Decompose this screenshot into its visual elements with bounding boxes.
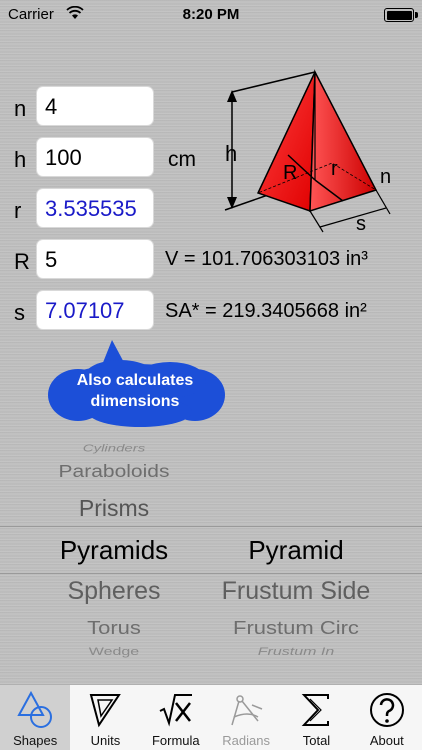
tab-about[interactable]: About [352, 685, 422, 750]
surface-area-result: SA* = 219.3405668 in² [165, 300, 367, 322]
question-mark-icon [369, 693, 404, 727]
sigma-icon [302, 694, 330, 726]
side-dimension-line [319, 207, 387, 228]
label-n: n [14, 96, 27, 121]
label-R: R [14, 249, 30, 274]
tab-label: Units [90, 733, 121, 748]
input-R[interactable]: 5 [36, 239, 154, 279]
pyramid-right-face [309, 69, 378, 213]
bubble-line-2: dimensions [90, 393, 180, 410]
height-top-extension [231, 71, 316, 93]
picker-right-selected[interactable]: Pyramid [196, 535, 396, 566]
label-r: r [14, 198, 22, 223]
picker-left-item[interactable]: Wedge [14, 646, 214, 659]
pyramid-diagram: h R r n s [224, 69, 391, 234]
picker-right-item[interactable]: Frustum In [196, 646, 396, 659]
diagram-label-s: s [356, 213, 366, 234]
tab-units[interactable]: Units [70, 685, 140, 750]
tab-radians[interactable]: Radians [211, 685, 281, 750]
height-arrow-bottom [227, 197, 237, 209]
label-h: h [14, 147, 27, 172]
clock: 8:20 PM [182, 6, 240, 23]
bubble-text: Also calculates dimensions [40, 370, 230, 412]
picker-left-item[interactable]: Paraboloids [14, 462, 214, 482]
pyramid-left-face [256, 71, 316, 213]
callout-bubble: Also calculates dimensions [40, 340, 230, 430]
input-n[interactable]: 4 [36, 86, 154, 126]
tab-label: Shapes [13, 733, 58, 748]
input-s[interactable]: 7.07107 [36, 290, 154, 330]
picker-left-item[interactable]: Spheres [14, 577, 214, 606]
input-h[interactable]: 100 [36, 137, 154, 177]
picker-right-item[interactable]: Frustum Circ [196, 617, 396, 639]
tab-total[interactable]: Total [281, 685, 351, 750]
picker-left-item[interactable]: Prisms [14, 495, 214, 522]
input-r[interactable]: 3.535535 [36, 188, 154, 228]
ruler-triangle-icon [90, 694, 122, 728]
label-s: s [14, 300, 25, 325]
sqrt-x-icon [159, 694, 192, 727]
compass-icon [231, 695, 263, 726]
picker-left-item[interactable]: Cylinders [14, 443, 214, 455]
diagram-label-r: r [331, 158, 338, 180]
diagram-label-h: h [225, 141, 237, 166]
tab-bar: Shapes Units Formula Radians Total About [0, 684, 422, 750]
diagram-label-n: n [380, 166, 391, 188]
side-extension-left [309, 210, 324, 233]
picker-left-item[interactable]: Torus [14, 617, 214, 639]
status-bar: Carrier 8:20 PM [0, 0, 422, 30]
volume-result: V = 101.706303103 in³ [165, 248, 368, 270]
tab-label: About [369, 733, 404, 748]
shapes-icon [17, 691, 52, 728]
tab-shapes[interactable]: Shapes [0, 685, 71, 750]
unit-label: cm [168, 148, 196, 171]
battery-icon [384, 8, 418, 22]
tab-label: Total [302, 733, 331, 748]
picker-right-item[interactable]: Frustum Side [196, 577, 396, 606]
tab-formula[interactable]: Formula [141, 685, 211, 750]
diagram-label-R: R [283, 162, 297, 184]
tab-label: Formula [151, 733, 200, 748]
tab-label: Radians [222, 733, 270, 748]
picker-left-selected[interactable]: Pyramids [14, 535, 214, 566]
bubble-line-1: Also calculates [76, 372, 194, 389]
